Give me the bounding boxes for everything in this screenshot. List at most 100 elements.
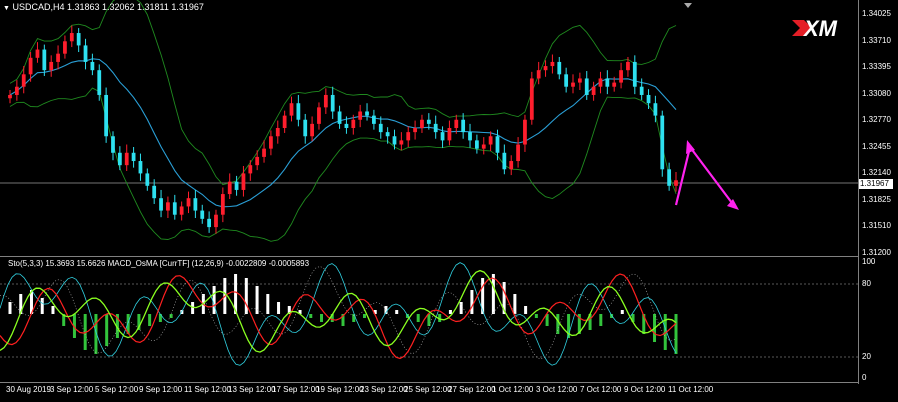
candle-body — [111, 136, 115, 153]
indicator-pane[interactable]: Sto(5,3,3) 15.3693 15.6626 MACD_OsMA [Cu… — [0, 258, 858, 382]
time-tick-label: 17 Sep 12:00 — [272, 385, 320, 394]
time-tick-label: 3 Oct 12:00 — [536, 385, 578, 394]
candle-body — [323, 94, 328, 108]
candle-body — [440, 132, 445, 141]
candle-body — [124, 152, 129, 166]
macd-histogram-bar — [277, 302, 281, 314]
xm-logo: XM — [790, 14, 852, 42]
candle-body — [330, 94, 335, 112]
candle-body — [83, 45, 88, 62]
macd-histogram-bar — [212, 286, 216, 314]
time-tick-label: 7 Oct 12:00 — [580, 385, 622, 394]
triangle-down-icon[interactable]: ▼ — [3, 5, 10, 12]
macd-histogram-bar — [459, 302, 463, 314]
candle-body — [262, 148, 266, 157]
candle-body — [200, 210, 205, 219]
candle-body — [42, 49, 47, 71]
price-tick-label: 1.32770 — [862, 115, 891, 124]
candle-body — [385, 132, 390, 137]
candle-body — [543, 66, 548, 71]
price-tick-label: 1.33395 — [862, 62, 891, 71]
bollinger-lower-line — [9, 87, 677, 242]
macd-histogram-bar — [416, 314, 420, 322]
price-tick-label: 1.34025 — [862, 9, 891, 18]
candle-body — [509, 161, 514, 170]
candle-body — [49, 61, 54, 71]
candle-body — [248, 165, 253, 174]
macd-histogram-bar — [148, 314, 152, 326]
candle-body — [207, 218, 212, 228]
macd-histogram-bar — [8, 302, 12, 314]
candle-body — [433, 123, 438, 133]
candle-body — [653, 103, 658, 116]
candle-body — [282, 115, 287, 128]
candle-body — [646, 94, 651, 104]
candle-body — [406, 132, 411, 141]
candle-body — [138, 161, 143, 174]
candle-body — [97, 70, 102, 95]
candle-body — [166, 202, 170, 211]
forecast-arrow — [674, 144, 736, 208]
candle-body — [76, 33, 81, 46]
candle-body — [426, 119, 431, 124]
candle-body — [186, 198, 191, 207]
macd-histogram-bar — [395, 310, 399, 314]
price-pane[interactable]: ▼ USDCAD,H4 1.31863 1.32062 1.31811 1.31… — [0, 0, 858, 256]
candle-body — [296, 103, 301, 120]
candle-body — [639, 86, 644, 95]
candle-body — [564, 74, 569, 87]
symbol-ohlc-label: USDCAD,H4 1.31863 1.32062 1.31811 1.3196… — [12, 2, 204, 12]
time-tick-label: 27 Sep 12:00 — [448, 385, 496, 394]
macd-histogram-bar — [620, 310, 624, 314]
macd-histogram-bar — [320, 314, 324, 322]
chart-shift-marker-icon[interactable] — [684, 3, 692, 8]
candle-body — [378, 123, 383, 133]
candle-body — [612, 82, 617, 87]
time-tick-label: 1 Oct 12:00 — [492, 385, 534, 394]
price-tick-label: 1.31510 — [862, 221, 891, 230]
macd-histogram-bar — [524, 306, 528, 314]
price-tick-label: 1.31200 — [862, 247, 891, 257]
candle-body — [269, 136, 273, 149]
candle-body — [35, 49, 40, 58]
candle-body — [529, 78, 534, 120]
chart-window: { "header": { "title": "USDCAD,H4 1.3186… — [0, 0, 898, 402]
indicator-header: Sto(5,3,3) 15.3693 15.6626 MACD_OsMA [Cu… — [8, 259, 310, 268]
candle-body — [626, 61, 630, 71]
candle-body — [317, 107, 321, 124]
candle-body — [605, 78, 610, 87]
candle-body — [502, 152, 507, 170]
candle-body — [468, 132, 472, 141]
time-tick-label: 30 Aug 2019 — [6, 385, 51, 394]
candle-body — [619, 70, 623, 83]
time-tick-label: 5 Sep 12:00 — [95, 385, 139, 394]
candle-body — [289, 103, 294, 116]
chart-header: ▼ USDCAD,H4 1.31863 1.32062 1.31811 1.31… — [3, 2, 204, 12]
candle-body — [159, 198, 163, 211]
indicator-chart — [0, 262, 858, 366]
candle-body — [632, 61, 637, 87]
macd-histogram-bar — [491, 274, 495, 314]
macd-histogram-bar — [448, 310, 452, 314]
macd-histogram-bar — [556, 314, 560, 334]
pane-divider[interactable] — [0, 256, 858, 257]
candle-body — [193, 198, 198, 211]
macd-histogram-bar — [191, 302, 195, 314]
candle-body — [131, 152, 136, 162]
candle-body — [104, 94, 109, 137]
price-tick-label: 1.32140 — [862, 168, 891, 177]
candle-body — [69, 33, 74, 42]
time-tick-label: 3 Sep 12:00 — [50, 385, 94, 394]
candle-body — [179, 206, 184, 215]
candle-body — [344, 123, 349, 128]
macd-histogram-bar — [244, 278, 248, 314]
candle-body — [56, 53, 60, 62]
candle-body — [584, 78, 589, 95]
candle-body — [420, 119, 424, 128]
price-chart — [0, 0, 858, 242]
candle-body — [234, 181, 239, 190]
candle-body — [117, 152, 122, 166]
time-tick-label: 25 Sep 12:00 — [404, 385, 452, 394]
macd-histogram-bar — [470, 290, 474, 314]
candle-body — [523, 119, 527, 145]
